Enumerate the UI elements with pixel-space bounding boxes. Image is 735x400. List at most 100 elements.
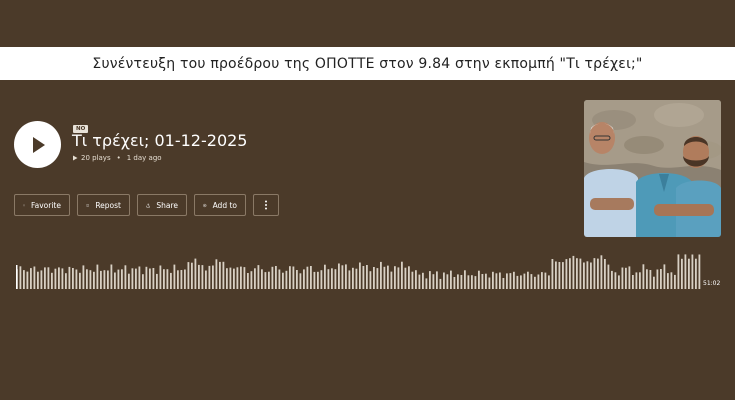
waveform-bar [61, 268, 64, 289]
waveform-bar [226, 268, 228, 289]
waveform-bar [149, 268, 151, 289]
waveform-bar [562, 262, 564, 289]
waveform-bar [19, 266, 22, 289]
waveform-bar [138, 266, 141, 289]
waveform-bar [79, 272, 81, 289]
banner-text: Συνέντευξη του προέδρου της ΟΠΟΤΤΕ στον … [92, 55, 643, 72]
waveform-bar [229, 267, 232, 289]
waveform-bar [425, 278, 428, 289]
waveform-bar [187, 262, 190, 289]
waveform-bar [128, 273, 130, 289]
waveform-bar [404, 267, 407, 289]
more-options-button[interactable] [253, 194, 279, 216]
track-age: 1 day ago [126, 154, 162, 162]
waveform-bar [215, 259, 218, 289]
waveform-bar [681, 258, 683, 289]
favorite-button[interactable]: Favorite [14, 194, 70, 216]
waveform-bar [443, 272, 445, 289]
waveform-bar [348, 270, 351, 289]
waveform-bar [23, 270, 25, 289]
waveform-bar [65, 273, 67, 289]
waveform-bar [695, 258, 697, 289]
waveform-bar [684, 254, 687, 289]
waveform-bar [495, 273, 498, 289]
waveform-bar [114, 272, 116, 289]
waveform-bar [478, 270, 480, 289]
waveform-bar [30, 268, 32, 289]
waveform-bar [653, 276, 655, 289]
waveform-bar [208, 265, 211, 289]
waveform-bar [446, 274, 449, 289]
waveform-bar [373, 267, 375, 289]
waveform-bar [191, 262, 193, 289]
waveform-bar [628, 266, 631, 289]
track-title[interactable]: Τι τρέχει; 01-12-2025 [72, 131, 247, 150]
waveform-bar [499, 272, 501, 289]
waveform-bar [96, 264, 99, 289]
play-button[interactable] [14, 121, 61, 168]
waveform-bar [530, 274, 533, 289]
waveform-bar [303, 269, 305, 289]
waveform-bar [558, 262, 561, 289]
share-button[interactable]: Share [137, 194, 187, 216]
waveform-bar [292, 266, 295, 289]
waveform-bar [621, 267, 624, 289]
waveform-bar [219, 261, 221, 289]
waveform-bar [565, 259, 568, 289]
waveform-bar [278, 269, 281, 289]
waveform-bar [432, 274, 435, 289]
waveform-bar [51, 272, 53, 289]
waveform[interactable] [16, 253, 702, 289]
waveform-bar [40, 270, 43, 289]
waveform-bar [394, 266, 396, 289]
waveform-bar [345, 264, 347, 289]
waveform-bar [586, 261, 589, 289]
playhead[interactable] [16, 265, 18, 289]
waveform-bar [660, 269, 662, 289]
waveform-bar [397, 267, 400, 289]
waveform-bar [75, 269, 78, 289]
waveform-bar [548, 275, 550, 289]
waveform-bar [390, 271, 393, 289]
waveform-bar [380, 261, 382, 289]
waveform-bar [464, 270, 466, 289]
waveform-bar [58, 267, 60, 289]
waveform-bar [320, 270, 323, 289]
share-label: Share [156, 200, 178, 210]
waveform-bar [152, 268, 155, 289]
waveform-bar [341, 265, 344, 289]
waveform-bar [527, 271, 529, 289]
waveform-bar [618, 275, 620, 289]
repost-button[interactable]: Repost [77, 194, 130, 216]
waveform-bar [649, 270, 652, 289]
waveform-bar [467, 275, 470, 289]
waveform-bar [569, 258, 571, 289]
add-to-button[interactable]: Add to [194, 194, 246, 216]
waveform-bar [82, 265, 85, 289]
waveform-bar [68, 266, 71, 289]
waveform-bar [247, 273, 249, 289]
waveform-bar [359, 262, 361, 289]
waveform-bar [607, 264, 610, 289]
waveform-bar [54, 268, 57, 289]
waveform-bar [418, 274, 421, 289]
waveform-bar [89, 270, 92, 289]
waveform-bar [166, 269, 169, 289]
waveform-bar [135, 268, 137, 289]
waveform-bar [506, 273, 508, 289]
waveform-bar [376, 268, 379, 289]
waveform-bar [184, 269, 186, 289]
waveform-bar [282, 272, 284, 289]
waveform-bar [667, 273, 669, 289]
waveform-bar [663, 264, 666, 289]
waveform-bar [593, 258, 596, 289]
waveform-bar [450, 270, 452, 289]
waveform-bar [233, 268, 235, 289]
waveform-bar [366, 265, 368, 289]
waveform-bar [362, 266, 365, 289]
waveform-bar [121, 269, 123, 289]
waveform-bar [520, 275, 522, 289]
waveform-bar [324, 264, 326, 289]
waveform-bar [107, 270, 109, 289]
waveform-bar [537, 274, 540, 289]
